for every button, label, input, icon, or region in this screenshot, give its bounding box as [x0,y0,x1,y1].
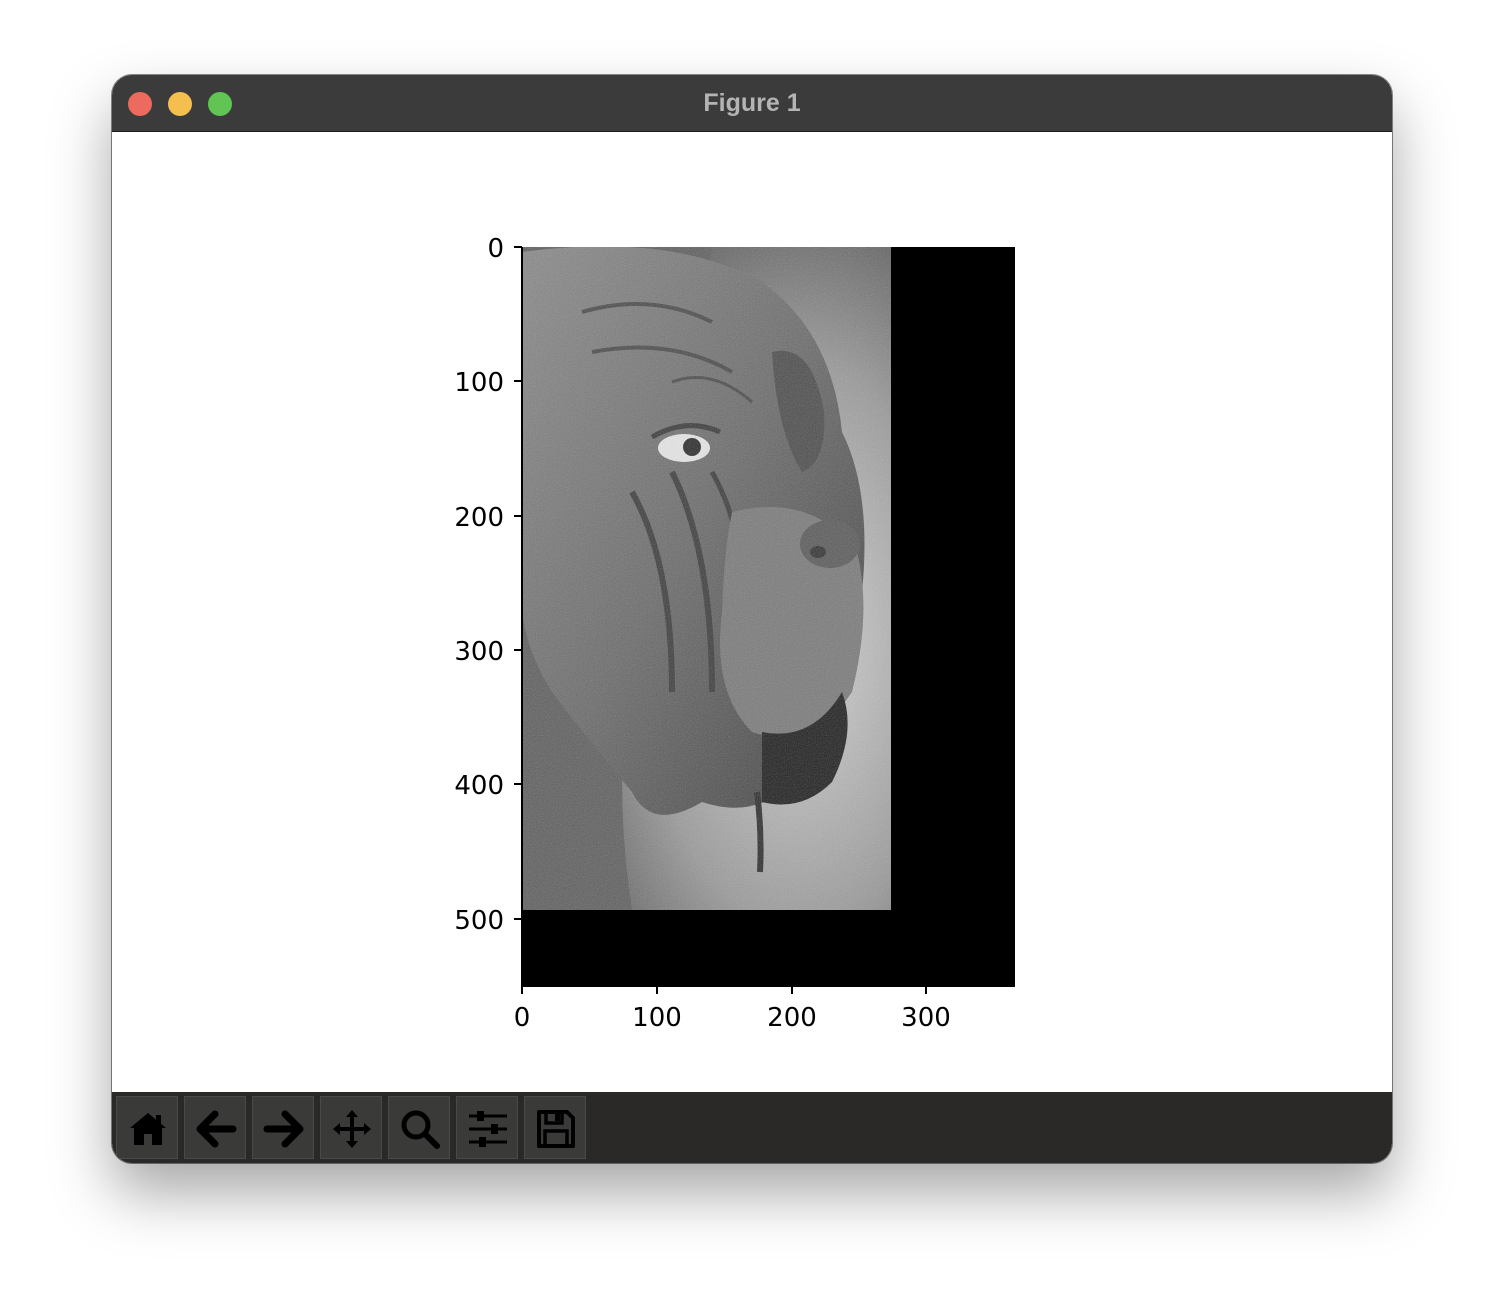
window-title: Figure 1 [703,89,801,117]
plot-svg: 0 100 200 300 400 500 0 100 200 300 [454,234,1015,1033]
arrow-right-icon [263,1110,304,1148]
configure-subplots-button[interactable] [456,1096,518,1159]
x-axis-tick-labels: 0 100 200 300 [514,1003,951,1033]
home-icon [130,1113,166,1145]
home-button[interactable] [116,1096,178,1159]
y-axis-tick-labels: 0 100 200 300 400 500 [454,234,504,936]
y-axis-ticks [514,246,522,920]
y-tick-label: 500 [454,906,504,936]
y-tick-label: 300 [454,637,504,667]
x-tick-label: 300 [901,1003,951,1033]
navigation-toolbar [112,1092,1392,1163]
move-icon [333,1110,371,1148]
y-tick-label: 100 [454,368,504,398]
pan-button[interactable] [320,1096,382,1159]
dog-image [522,247,891,910]
y-tick-label: 400 [454,771,504,801]
y-tick-label: 200 [454,503,504,533]
title-bar[interactable]: Figure 1 [112,75,1392,132]
y-tick-label: 0 [487,234,504,264]
zoom-button[interactable] [388,1096,450,1159]
magnifier-icon [401,1110,440,1149]
forward-button[interactable] [252,1096,314,1159]
figure-window: Figure 1 0 100 200 300 400 500 0 100 200… [112,75,1392,1163]
figure-canvas[interactable]: 0 100 200 300 400 500 0 100 200 300 [112,132,1392,1092]
arrow-left-icon [196,1110,237,1148]
x-tick-label: 100 [632,1003,682,1033]
floppy-disk-icon [537,1110,575,1148]
save-button[interactable] [524,1096,586,1159]
x-tick-label: 0 [514,1003,531,1033]
x-tick-label: 200 [767,1003,817,1033]
back-button[interactable] [184,1096,246,1159]
sliders-icon [469,1111,507,1147]
x-axis-ticks [521,986,927,994]
